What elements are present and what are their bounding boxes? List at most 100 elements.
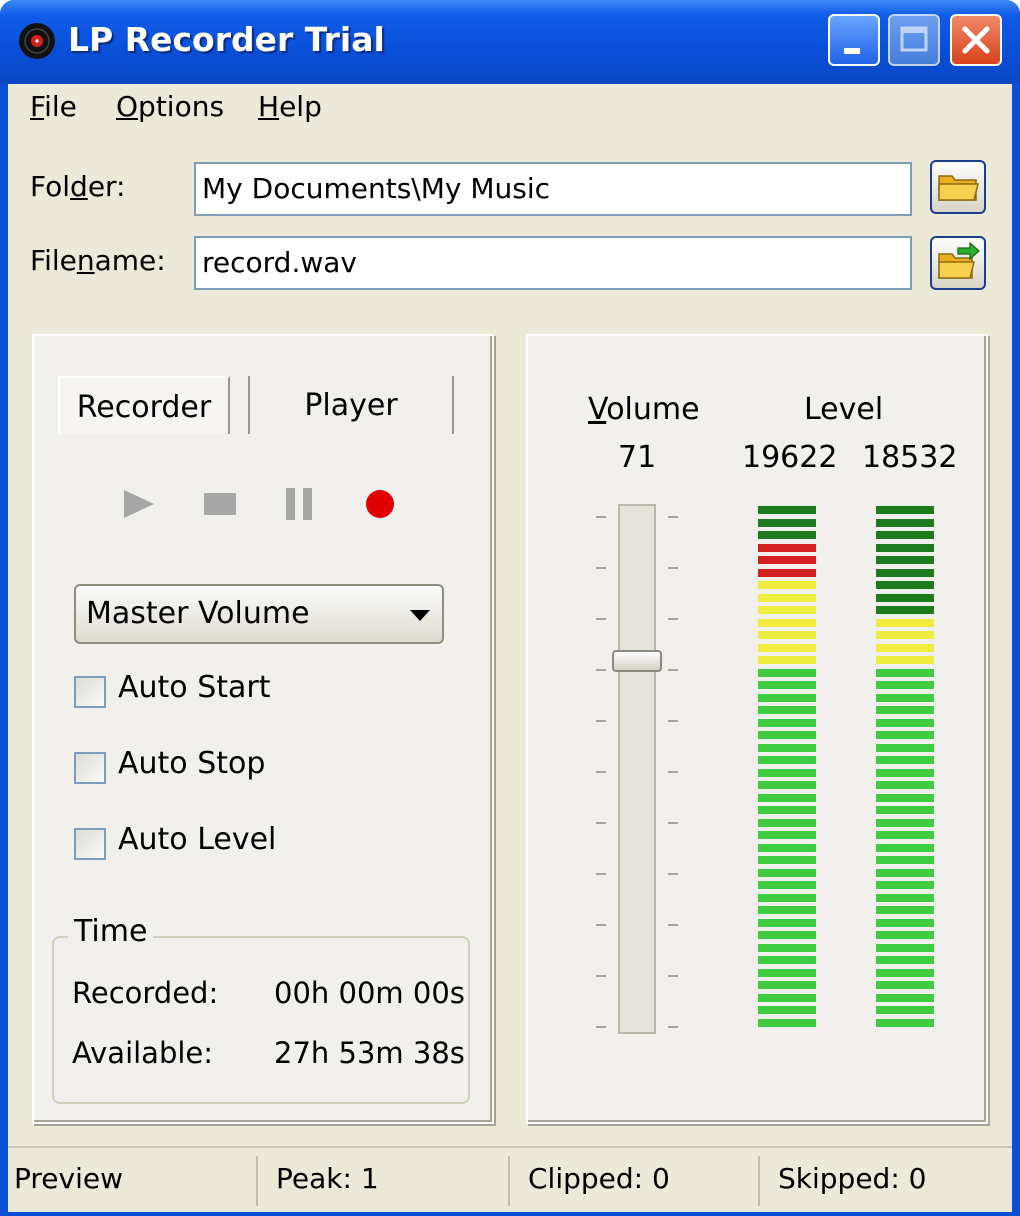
level-led-segment xyxy=(876,531,934,539)
level-led-segment xyxy=(758,893,816,902)
level-led-segment xyxy=(758,556,816,564)
level-led-segment xyxy=(758,968,816,977)
pause-icon[interactable] xyxy=(280,484,320,524)
level-led-segment xyxy=(758,981,816,989)
level-led-segment xyxy=(876,943,934,952)
slider-tick xyxy=(596,720,606,722)
level-led-segment xyxy=(876,643,934,652)
slider-tick xyxy=(596,975,606,977)
status-clipped: Clipped: 0 xyxy=(528,1162,670,1195)
slider-tick xyxy=(668,975,678,977)
level-led-segment xyxy=(758,793,816,802)
level-led-segment xyxy=(876,918,934,927)
maximize-button xyxy=(888,14,940,66)
menu-options-accel: O xyxy=(116,90,139,123)
vinyl-record-icon xyxy=(19,23,55,59)
level-led-segment xyxy=(758,918,816,927)
level-led-segment xyxy=(876,793,934,802)
level-led-segment xyxy=(876,568,934,577)
slider-tick xyxy=(596,567,606,569)
maximize-icon xyxy=(900,26,928,52)
level-led-segment xyxy=(758,831,816,839)
auto-level-label: Auto Level xyxy=(118,822,277,857)
play-icon[interactable] xyxy=(120,484,160,524)
minimize-icon xyxy=(844,48,860,54)
folder-field[interactable]: My Documents\My Music xyxy=(194,162,912,216)
stop-icon[interactable] xyxy=(200,484,240,524)
level-led-segment xyxy=(758,856,816,864)
level-led-segment xyxy=(758,618,816,627)
title-bar[interactable]: LP Recorder Trial xyxy=(0,0,1020,84)
menu-help-accel: H xyxy=(258,90,280,123)
level-led-segment xyxy=(758,693,816,702)
auto-level-checkbox[interactable] xyxy=(74,828,106,860)
menu-options[interactable]: Options xyxy=(116,90,224,123)
folder-label: Folder: xyxy=(30,170,126,203)
level-led-segment xyxy=(758,631,816,639)
menu-help[interactable]: Help xyxy=(258,90,322,123)
slider-tick xyxy=(668,516,678,518)
available-label: Available: xyxy=(72,1036,214,1070)
level-led-segment xyxy=(758,718,816,727)
status-divider xyxy=(758,1156,760,1206)
level-led-segment xyxy=(758,506,816,514)
level-led-segment xyxy=(758,756,816,764)
status-divider xyxy=(256,1156,258,1206)
tab-player[interactable]: Player xyxy=(248,376,454,434)
volume-slider-track[interactable] xyxy=(618,504,656,1034)
level-left-value: 19622 xyxy=(742,440,838,475)
level-led-segment xyxy=(876,868,934,877)
level-led-segment xyxy=(876,893,934,902)
filename-label: Filename: xyxy=(30,244,166,277)
level-led-segment xyxy=(876,543,934,552)
tab-recorder[interactable]: Recorder xyxy=(58,376,230,434)
level-led-segment xyxy=(876,693,934,702)
source-select[interactable]: Master Volume xyxy=(74,584,444,644)
level-led-segment xyxy=(758,531,816,539)
auto-stop-checkbox[interactable] xyxy=(74,752,106,784)
volume-slider-thumb[interactable] xyxy=(612,650,662,672)
recorded-value: 00h 00m 00s xyxy=(274,976,465,1010)
slider-tick xyxy=(596,669,606,671)
level-led-segment xyxy=(876,556,934,564)
level-led-segment xyxy=(758,568,816,577)
slider-tick xyxy=(596,516,606,518)
level-led-segment xyxy=(758,868,816,877)
menu-file[interactable]: File xyxy=(30,90,77,123)
level-led-segment xyxy=(876,731,934,739)
open-file-button[interactable] xyxy=(930,236,986,290)
level-led-segment xyxy=(876,981,934,989)
auto-start-checkbox[interactable] xyxy=(74,676,106,708)
slider-tick xyxy=(596,1026,606,1028)
level-led-segment xyxy=(758,656,816,664)
level-led-segment xyxy=(876,968,934,977)
close-button[interactable] xyxy=(950,14,1002,66)
level-led-segment xyxy=(758,543,816,552)
level-led-segment xyxy=(758,643,816,652)
level-led-segment xyxy=(758,818,816,827)
auto-start-label: Auto Start xyxy=(118,670,271,705)
level-led-segment xyxy=(758,668,816,677)
level-led-segment xyxy=(758,956,816,964)
level-led-segment xyxy=(758,743,816,752)
status-divider xyxy=(508,1156,510,1206)
slider-tick xyxy=(596,822,606,824)
menu-options-label: ptions xyxy=(138,90,225,123)
filename-field[interactable]: record.wav xyxy=(194,236,912,290)
level-led-segment xyxy=(758,681,816,689)
minimize-button[interactable] xyxy=(828,14,880,66)
level-led-segment xyxy=(876,756,934,764)
slider-tick xyxy=(668,822,678,824)
level-led-segment xyxy=(758,731,816,739)
level-led-segment xyxy=(876,618,934,627)
level-led-segment xyxy=(758,843,816,852)
recorded-label: Recorded: xyxy=(72,976,219,1010)
level-led-segment xyxy=(758,606,816,614)
browse-folder-button[interactable] xyxy=(930,160,986,214)
level-led-segment xyxy=(758,1018,816,1027)
time-group: Time Recorded: 00h 00m 00s Available: 27… xyxy=(52,914,470,1104)
time-group-title: Time xyxy=(68,914,154,949)
record-icon[interactable] xyxy=(360,484,400,524)
level-led-segment xyxy=(758,943,816,952)
level-led-segment xyxy=(758,931,816,939)
